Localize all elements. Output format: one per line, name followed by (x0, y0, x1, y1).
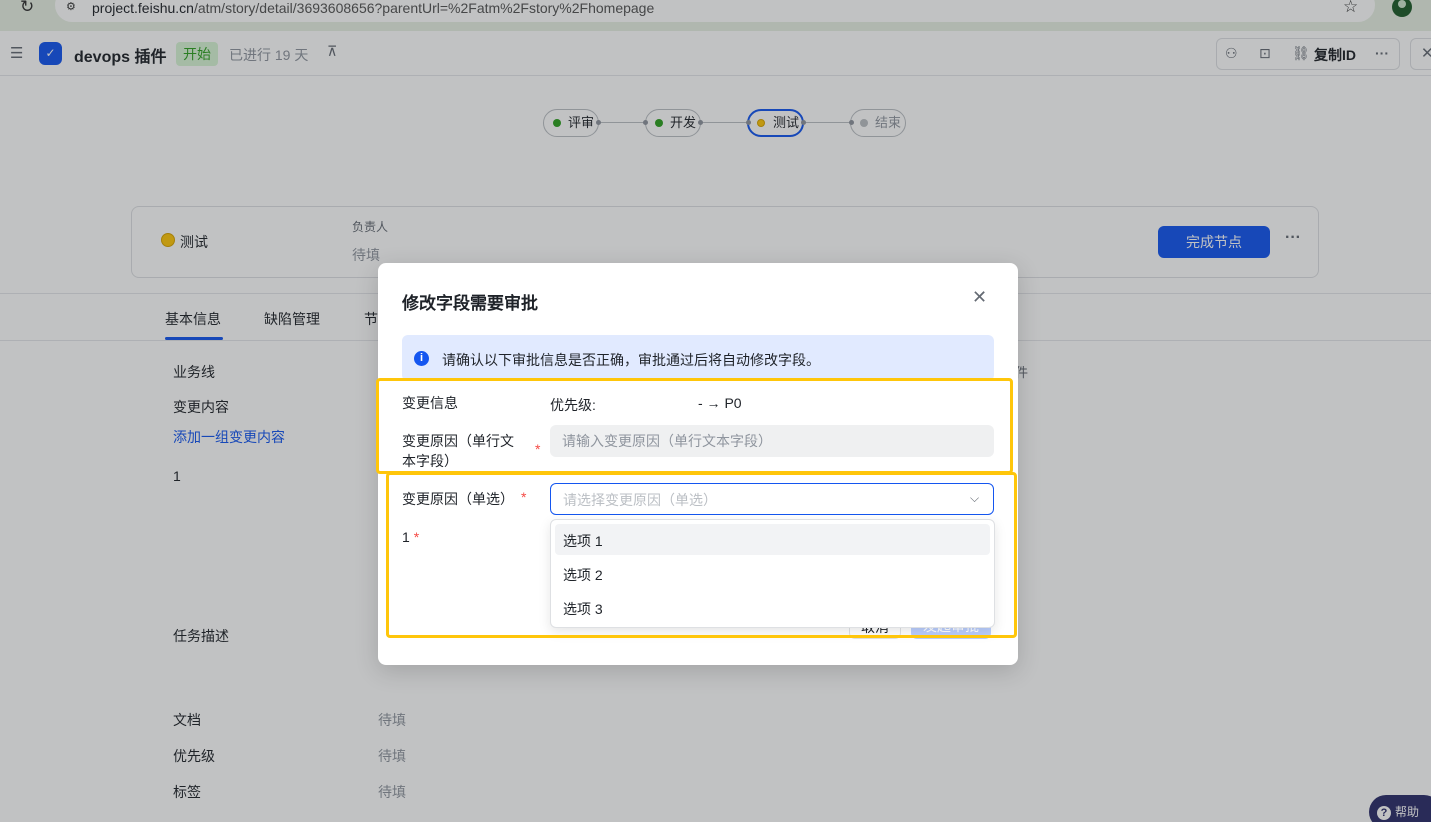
highlight-box (386, 472, 1017, 638)
highlight-box (376, 378, 1013, 474)
info-banner-text: 请确认以下审批信息是否正确，审批通过后将自动修改字段。 (442, 352, 820, 368)
info-icon: i (414, 351, 429, 366)
modal-title: 修改字段需要审批 (402, 294, 538, 313)
close-icon[interactable]: ✕ (972, 287, 987, 308)
